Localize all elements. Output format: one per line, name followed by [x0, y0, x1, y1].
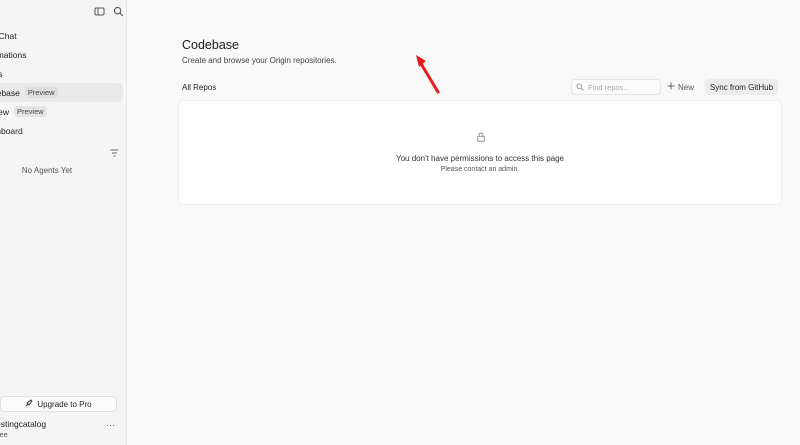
new-repo-button[interactable]: New	[667, 79, 694, 95]
filter-icon[interactable]	[110, 144, 119, 157]
preview-badge: Preview	[24, 87, 58, 98]
search-icon	[576, 78, 584, 96]
plus-icon	[667, 82, 675, 92]
sidebar-item-label: omations	[0, 49, 27, 60]
permission-message: You don't have permissions to access thi…	[396, 154, 564, 163]
admin-message: Please contact an admin.	[440, 166, 520, 173]
sidebar-item-new-chat[interactable]: v Chat	[0, 26, 123, 45]
no-agents-message: No Agents Yet	[21, 166, 73, 175]
sidebar-item-views[interactable]: ws	[0, 64, 123, 83]
user-plan: ree	[0, 430, 8, 439]
lock-icon	[477, 129, 485, 142]
upgrade-icon	[25, 399, 33, 409]
user-name[interactable]: estingcatalog	[0, 419, 46, 429]
all-repos-label: All Repos	[182, 83, 217, 92]
app-window: v Chat omations ws debase Preview view P…	[0, 0, 800, 445]
page-subtitle: Create and browse your Origin repositori…	[182, 56, 337, 65]
sidebar-item-automations[interactable]: omations	[0, 45, 123, 64]
search-icon[interactable]	[113, 6, 124, 17]
annotation-arrow-icon	[416, 55, 440, 94]
sidebar-item-label: ws	[0, 69, 2, 79]
more-icon[interactable]: ···	[106, 420, 115, 430]
sidebar-item-review[interactable]: view Preview	[0, 102, 123, 121]
search-input[interactable]	[588, 82, 658, 92]
new-label: New	[678, 82, 695, 92]
sidebar-top-icons	[94, 6, 124, 17]
sidebar: v Chat omations ws debase Preview view P…	[0, 0, 127, 445]
repos-panel: You don't have permissions to access thi…	[178, 100, 782, 205]
upgrade-label: Upgrade to Pro	[37, 399, 92, 409]
upgrade-button[interactable]: Upgrade to Pro	[0, 396, 117, 412]
page-title: Codebase	[182, 38, 239, 52]
sidebar-item-label: shboard	[0, 125, 23, 136]
sync-github-button[interactable]: Sync from GitHub	[705, 79, 778, 95]
preview-badge: Preview	[14, 106, 47, 117]
sidebar-toggle-icon[interactable]	[94, 6, 105, 17]
sidebar-item-label: v Chat	[0, 30, 17, 41]
sidebar-item-dashboard[interactable]: shboard	[0, 121, 123, 140]
main-content: Codebase Create and browse your Origin r…	[128, 0, 800, 445]
repo-search[interactable]	[571, 79, 661, 95]
sidebar-item-codebase[interactable]: debase Preview	[0, 83, 123, 102]
sidebar-item-label: view	[0, 106, 10, 117]
sidebar-nav: v Chat omations ws debase Preview view P…	[0, 26, 126, 140]
sidebar-item-label: debase	[0, 87, 20, 98]
